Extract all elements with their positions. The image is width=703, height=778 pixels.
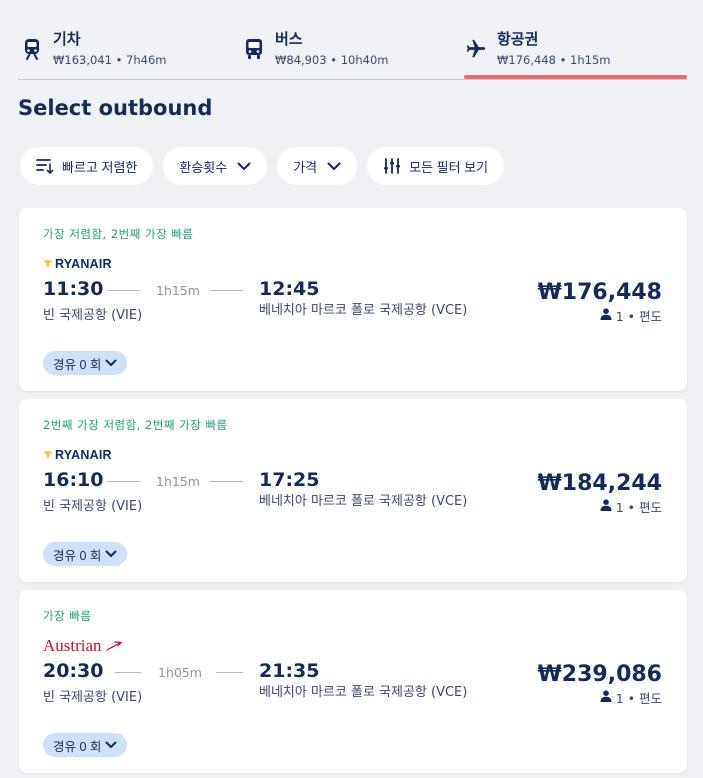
person-icon [600, 690, 612, 705]
all-filters-label: 모든 필터 보기 [409, 159, 489, 175]
sliders-icon [383, 158, 401, 174]
flight-card[interactable]: 가장 빠름 Austrian 20:30 1h05m 21:35 빈 국제공항 … [19, 590, 687, 773]
flight-price: ₩184,244 [537, 471, 662, 496]
arrival-time: 21:35 [259, 660, 320, 682]
chevron-down-icon [237, 162, 251, 171]
tab-train-summary: ₩163,041 • 7h46m [53, 53, 167, 67]
passenger-info: 1 • 편도 [600, 688, 662, 707]
price-filter[interactable]: 가격 [277, 147, 358, 185]
sort-icon [36, 158, 54, 174]
tab-bus[interactable]: 버스 ₩84,903 • 10h40m [242, 22, 388, 80]
airline-name: RYANAIR [55, 448, 112, 462]
chevron-down-icon [105, 550, 117, 558]
bus-icon [242, 37, 266, 61]
all-filters-button[interactable]: 모든 필터 보기 [367, 147, 505, 185]
train-icon [20, 37, 44, 61]
flight-card[interactable]: 가장 저렴함, 2번째 가장 빠름 RYANAIR 11:30 1h15m 12… [19, 208, 687, 391]
duration-line [107, 481, 140, 482]
arrival-airport: 베네치아 마르코 폴로 국제공항 (VCE) [259, 685, 468, 700]
stops-toggle[interactable]: 경유 0 회 [43, 351, 128, 375]
departure-airport: 빈 국제공항 (VIE) [43, 499, 143, 514]
price-label: 가격 [293, 159, 318, 175]
filter-bar: 빠르고 저렴한 환승횟수 가격 모든 필터 보기 [20, 147, 505, 185]
duration-line [210, 290, 243, 291]
person-icon [600, 308, 612, 323]
flight-price: ₩176,448 [537, 280, 662, 305]
flight-duration: 1h15m [156, 283, 200, 298]
stops-toggle[interactable]: 경유 0 회 [43, 733, 128, 757]
duration-line [115, 672, 141, 673]
flight-badge: 가장 저렴함, 2번째 가장 빠름 [43, 227, 194, 241]
tab-flights-label: 항공권 [497, 30, 539, 48]
chevron-down-icon [327, 162, 341, 171]
sort-button[interactable]: 빠르고 저렴한 [20, 147, 154, 185]
duration-line [107, 290, 140, 291]
airline-name: RYANAIR [55, 257, 112, 271]
transport-tabs: 기차 ₩163,041 • 7h46m 버스 ₩84,903 • 10h40m … [18, 22, 687, 80]
departure-time: 20:30 [43, 660, 104, 682]
flight-badge: 가장 빠름 [43, 609, 92, 623]
departure-time: 11:30 [43, 278, 104, 300]
stops-label: 경유 0 회 [53, 548, 102, 563]
airline-name: Austrian [43, 636, 102, 655]
stops-label: 경유 0 회 [53, 357, 102, 372]
airline-logo: RYANAIR [43, 447, 112, 463]
airline-logo: Austrian [43, 636, 122, 655]
person-icon [600, 499, 612, 514]
flight-price: ₩239,086 [537, 662, 662, 687]
arrival-time: 12:45 [259, 278, 320, 300]
departure-time: 16:10 [43, 469, 104, 491]
sort-label: 빠르고 저렴한 [62, 159, 138, 175]
passenger-label: 1 • 편도 [615, 500, 662, 515]
stops-toggle[interactable]: 경유 0 회 [43, 542, 128, 566]
departure-airport: 빈 국제공항 (VIE) [43, 690, 143, 705]
transfers-filter[interactable]: 환승횟수 [163, 147, 268, 185]
duration-line [210, 481, 243, 482]
passenger-label: 1 • 편도 [615, 691, 662, 706]
departure-airport: 빈 국제공항 (VIE) [43, 308, 143, 323]
tab-train-label: 기차 [53, 30, 81, 48]
tab-bus-label: 버스 [275, 30, 303, 48]
tab-flights[interactable]: 항공권 ₩176,448 • 1h15m [464, 22, 610, 80]
arrival-time: 17:25 [259, 469, 320, 491]
airline-logo: RYANAIR [43, 256, 112, 272]
chevron-down-icon [105, 359, 117, 367]
passenger-label: 1 • 편도 [615, 309, 662, 324]
flight-badge: 2번째 가장 저렴함, 2번째 가장 빠름 [43, 418, 228, 432]
plane-icon [464, 37, 488, 61]
arrival-airport: 베네치아 마르코 폴로 국제공항 (VCE) [259, 494, 468, 509]
tab-train[interactable]: 기차 ₩163,041 • 7h46m [20, 22, 166, 80]
flight-card[interactable]: 2번째 가장 저렴함, 2번째 가장 빠름 RYANAIR 16:10 1h15… [19, 399, 687, 582]
duration-line [216, 672, 243, 673]
tab-bus-summary: ₩84,903 • 10h40m [275, 53, 389, 67]
flight-duration: 1h05m [158, 665, 202, 680]
passenger-info: 1 • 편도 [600, 497, 662, 516]
page-title: Select outbound [18, 96, 213, 120]
tab-flights-summary: ₩176,448 • 1h15m [497, 53, 611, 67]
active-tab-indicator [464, 75, 687, 79]
stops-label: 경유 0 회 [53, 739, 102, 754]
transfers-label: 환승횟수 [179, 159, 228, 175]
passenger-info: 1 • 편도 [600, 306, 662, 325]
flight-duration: 1h15m [156, 474, 200, 489]
arrival-airport: 베네치아 마르코 폴로 국제공항 (VCE) [259, 303, 468, 318]
chevron-down-icon [105, 741, 117, 749]
